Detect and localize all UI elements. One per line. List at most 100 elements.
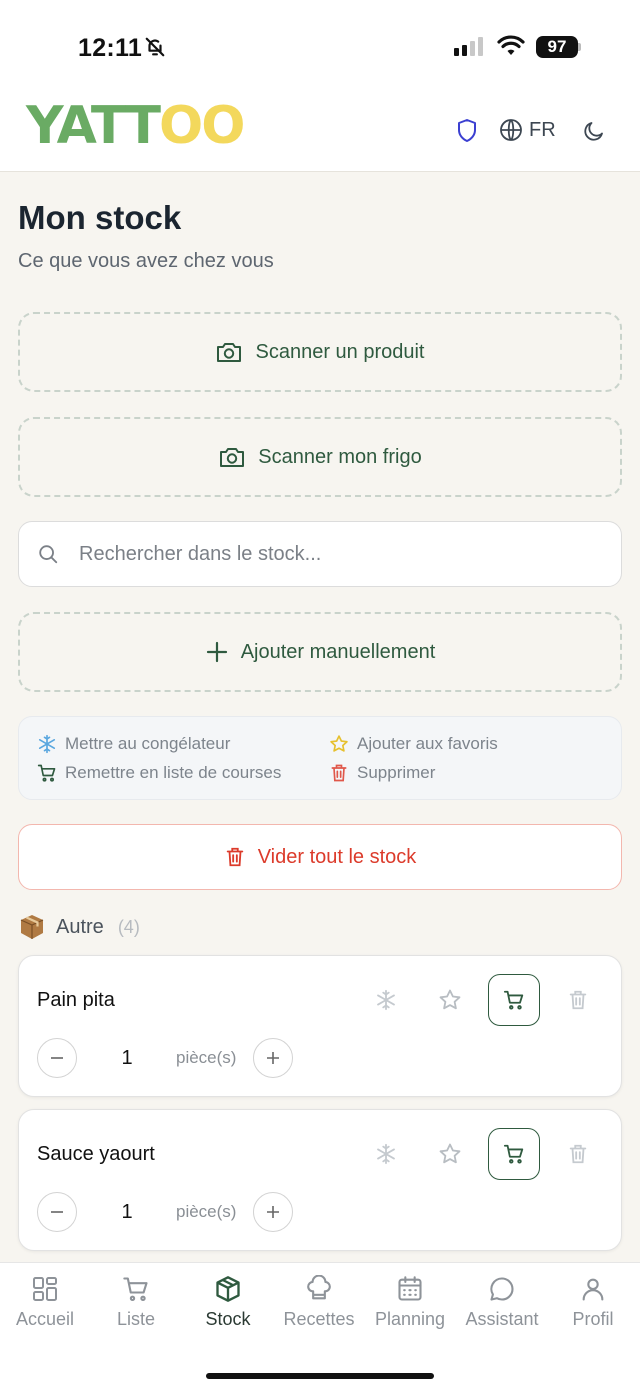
yattoo-logo[interactable]: YATTOO xyxy=(26,96,245,156)
plus-icon xyxy=(267,1052,279,1064)
app-header: YATTOO FR xyxy=(0,92,640,172)
nav-recettes[interactable]: Recettes xyxy=(274,1275,364,1330)
favorite-button[interactable] xyxy=(424,974,476,1026)
plus-icon xyxy=(267,1206,279,1218)
nav-label: Profil xyxy=(572,1309,614,1329)
legend-to-list: Remettre en liste de courses xyxy=(37,763,281,783)
item-unit: pièce(s) xyxy=(176,1048,237,1067)
page-title: Mon stock xyxy=(18,199,182,236)
nav-label: Assistant xyxy=(465,1309,539,1329)
home-indicator xyxy=(206,1373,434,1379)
clear-stock-label: Vider tout le stock xyxy=(257,845,417,868)
globe-icon xyxy=(500,119,522,141)
legend-to-list-label: Remettre en liste de courses xyxy=(65,763,282,782)
snowflake-icon xyxy=(377,1143,395,1165)
status-bar: 12:11 97 xyxy=(0,0,640,92)
legend-freeze: Mettre au congélateur xyxy=(37,734,230,754)
snowflake-icon xyxy=(38,734,56,754)
calendar-icon xyxy=(398,1276,422,1301)
camera-icon xyxy=(220,448,245,467)
scan-product-button[interactable]: Scanner un produit xyxy=(18,312,622,392)
cellular-signal-icon xyxy=(454,37,483,56)
freeze-button[interactable] xyxy=(360,1128,412,1180)
nav-label: Planning xyxy=(374,1309,446,1329)
logo-text-yellow: OO xyxy=(159,96,245,156)
language-switcher[interactable]: FR xyxy=(499,118,556,142)
trash-icon xyxy=(226,847,243,867)
grid-icon xyxy=(33,1277,57,1301)
snowflake-icon xyxy=(377,989,395,1011)
nav-accueil[interactable]: Accueil xyxy=(0,1275,90,1330)
search-input[interactable] xyxy=(79,542,599,566)
category-name: Autre xyxy=(56,915,104,938)
stock-search-box xyxy=(18,521,622,587)
trash-icon xyxy=(331,764,347,782)
delete-button[interactable] xyxy=(552,974,604,1026)
category-header[interactable]: Autre (4) xyxy=(18,913,140,941)
package-icon xyxy=(20,915,44,939)
nav-liste[interactable]: Liste xyxy=(91,1275,181,1330)
status-time: 12:11 xyxy=(78,34,143,62)
cart-icon xyxy=(123,1277,148,1302)
item-unit: pièce(s) xyxy=(176,1202,237,1221)
cart-icon xyxy=(503,1144,524,1164)
moon-icon[interactable] xyxy=(582,119,606,143)
add-manually-label: Ajouter manuellement xyxy=(240,640,436,663)
user-icon xyxy=(582,1278,604,1301)
nav-assistant[interactable]: Assistant xyxy=(457,1275,547,1330)
increase-quantity-button[interactable] xyxy=(253,1038,293,1078)
camera-icon xyxy=(217,343,242,362)
minus-icon xyxy=(51,1211,63,1213)
bell-muted-icon xyxy=(145,37,165,57)
star-icon xyxy=(439,989,461,1010)
item-quantity: 1 xyxy=(121,1047,133,1069)
shield-icon[interactable] xyxy=(455,118,479,144)
add-to-list-button[interactable] xyxy=(488,974,540,1026)
stock-item-card: Pain pita 1 pièce(s) xyxy=(18,955,622,1097)
increase-quantity-button[interactable] xyxy=(253,1192,293,1232)
search-icon xyxy=(39,545,58,564)
add-to-list-button[interactable] xyxy=(488,1128,540,1180)
item-name: Pain pita xyxy=(37,989,115,1011)
decrease-quantity-button[interactable] xyxy=(37,1038,77,1078)
nav-planning[interactable]: Planning xyxy=(365,1275,455,1330)
clear-stock-button[interactable]: Vider tout le stock xyxy=(18,824,622,890)
add-manually-button[interactable]: Ajouter manuellement xyxy=(18,612,622,692)
scan-fridge-label: Scanner mon frigo xyxy=(258,445,422,468)
favorite-button[interactable] xyxy=(424,1128,476,1180)
chef-hat-icon xyxy=(307,1275,331,1300)
nav-stock[interactable]: Stock xyxy=(183,1275,273,1330)
decrease-quantity-button[interactable] xyxy=(37,1192,77,1232)
category-count: (4) xyxy=(117,916,140,937)
nav-label: Liste xyxy=(116,1309,156,1329)
star-icon xyxy=(330,735,348,752)
plus-icon xyxy=(206,641,227,663)
nav-label: Recettes xyxy=(283,1309,355,1329)
wifi-icon xyxy=(497,35,525,55)
star-icon xyxy=(439,1143,461,1164)
scan-product-label: Scanner un produit xyxy=(255,340,425,363)
chat-icon xyxy=(490,1277,514,1301)
legend-delete: Supprimer xyxy=(329,763,435,783)
trash-icon xyxy=(569,1144,587,1164)
delete-button[interactable] xyxy=(552,1128,604,1180)
item-name: Sauce yaourt xyxy=(37,1143,155,1165)
battery-tip xyxy=(578,43,581,51)
logo-text-green: YATT xyxy=(26,96,161,156)
nav-profil[interactable]: Profil xyxy=(548,1275,638,1330)
legend-favorite: Ajouter aux favoris xyxy=(329,734,498,754)
freeze-button[interactable] xyxy=(360,974,412,1026)
bottom-navigation: Accueil Liste Stock Recettes Planning As… xyxy=(0,1262,640,1391)
language-label: FR xyxy=(529,118,556,141)
cart-icon xyxy=(37,764,56,782)
stock-item-card: Sauce yaourt 1 pièce(s) xyxy=(18,1109,622,1251)
page-subtitle: Ce que vous avez chez vous xyxy=(18,250,274,272)
nav-label: Stock xyxy=(205,1309,251,1329)
scan-fridge-button[interactable]: Scanner mon frigo xyxy=(18,417,622,497)
actions-legend: Mettre au congélateur Ajouter aux favori… xyxy=(18,716,622,800)
nav-label: Accueil xyxy=(15,1309,75,1329)
minus-icon xyxy=(51,1057,63,1059)
legend-delete-label: Supprimer xyxy=(357,763,436,782)
item-quantity: 1 xyxy=(121,1201,133,1223)
battery-indicator: 97 xyxy=(536,36,578,58)
